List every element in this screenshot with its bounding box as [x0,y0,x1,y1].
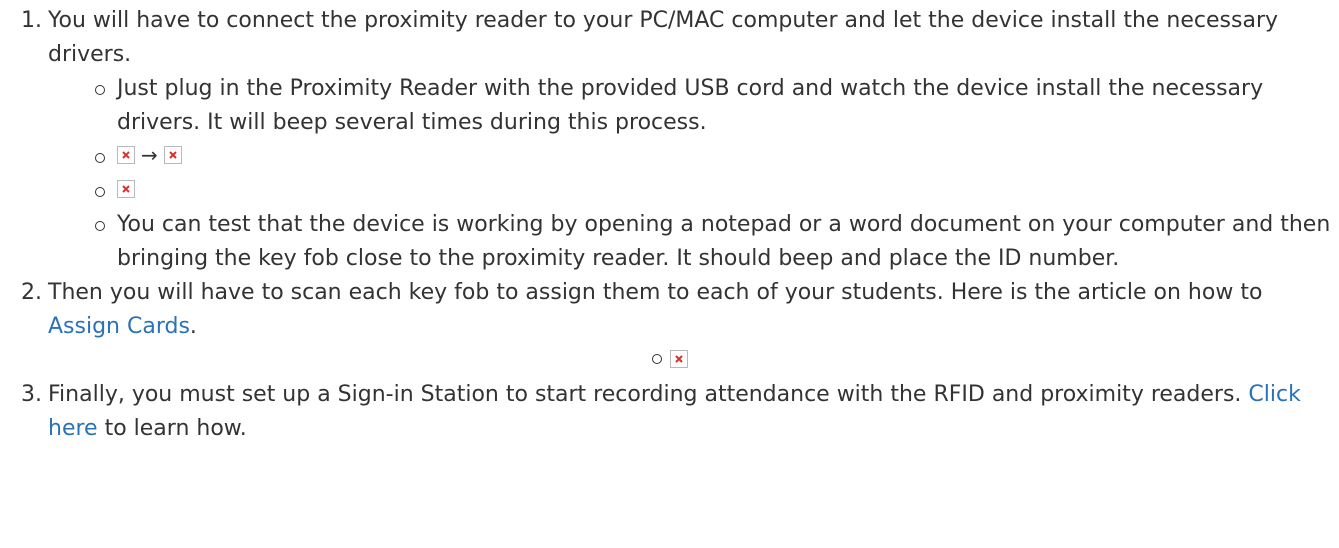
bullet-icon [95,221,105,231]
step-2: 2. Then you will have to scan each key f… [21,276,1339,378]
assign-cards-link[interactable]: Assign Cards [48,314,190,339]
step-text-end: to learn how. [97,416,247,441]
list-item: → [93,140,1339,174]
broken-image-icon [117,180,135,198]
step-1: 1. You will have to connect the proximit… [21,4,1339,276]
bullet-icon [95,85,105,95]
bullet-icon [651,354,662,364]
list-item: Just plug in the Proximity Reader with t… [93,72,1339,140]
step-3: 3. Finally, you must set up a Sign-in St… [21,378,1339,446]
plug-in-text: Just plug in the Proximity Reader with t… [117,76,1264,135]
bullet-icon [95,153,105,163]
steps-list: 1. You will have to connect the proximit… [0,4,1339,446]
broken-image-icon [117,146,135,164]
list-item: You can test that the device is working … [93,208,1339,276]
step-text: Then you will have to scan each key fob … [48,280,1263,305]
step-number: 2. [21,280,42,305]
step-number: 1. [21,8,42,33]
step-text: You will have to connect the proximity r… [48,8,1279,67]
document-body: 1. You will have to connect the proximit… [0,0,1339,446]
step-1-subitems: Just plug in the Proximity Reader with t… [48,72,1339,276]
step-text-end: . [189,314,197,339]
test-device-text: You can test that the device is working … [117,212,1331,271]
step-text: Finally, you must set up a Sign-in Stati… [48,382,1249,407]
broken-image-icon [163,146,182,164]
broken-image-icon [669,350,688,368]
bullet-icon [95,187,105,197]
list-item [93,174,1339,208]
step-number: 3. [21,382,42,407]
right-arrow-icon: → [141,143,158,167]
centered-image-row [0,344,1339,378]
